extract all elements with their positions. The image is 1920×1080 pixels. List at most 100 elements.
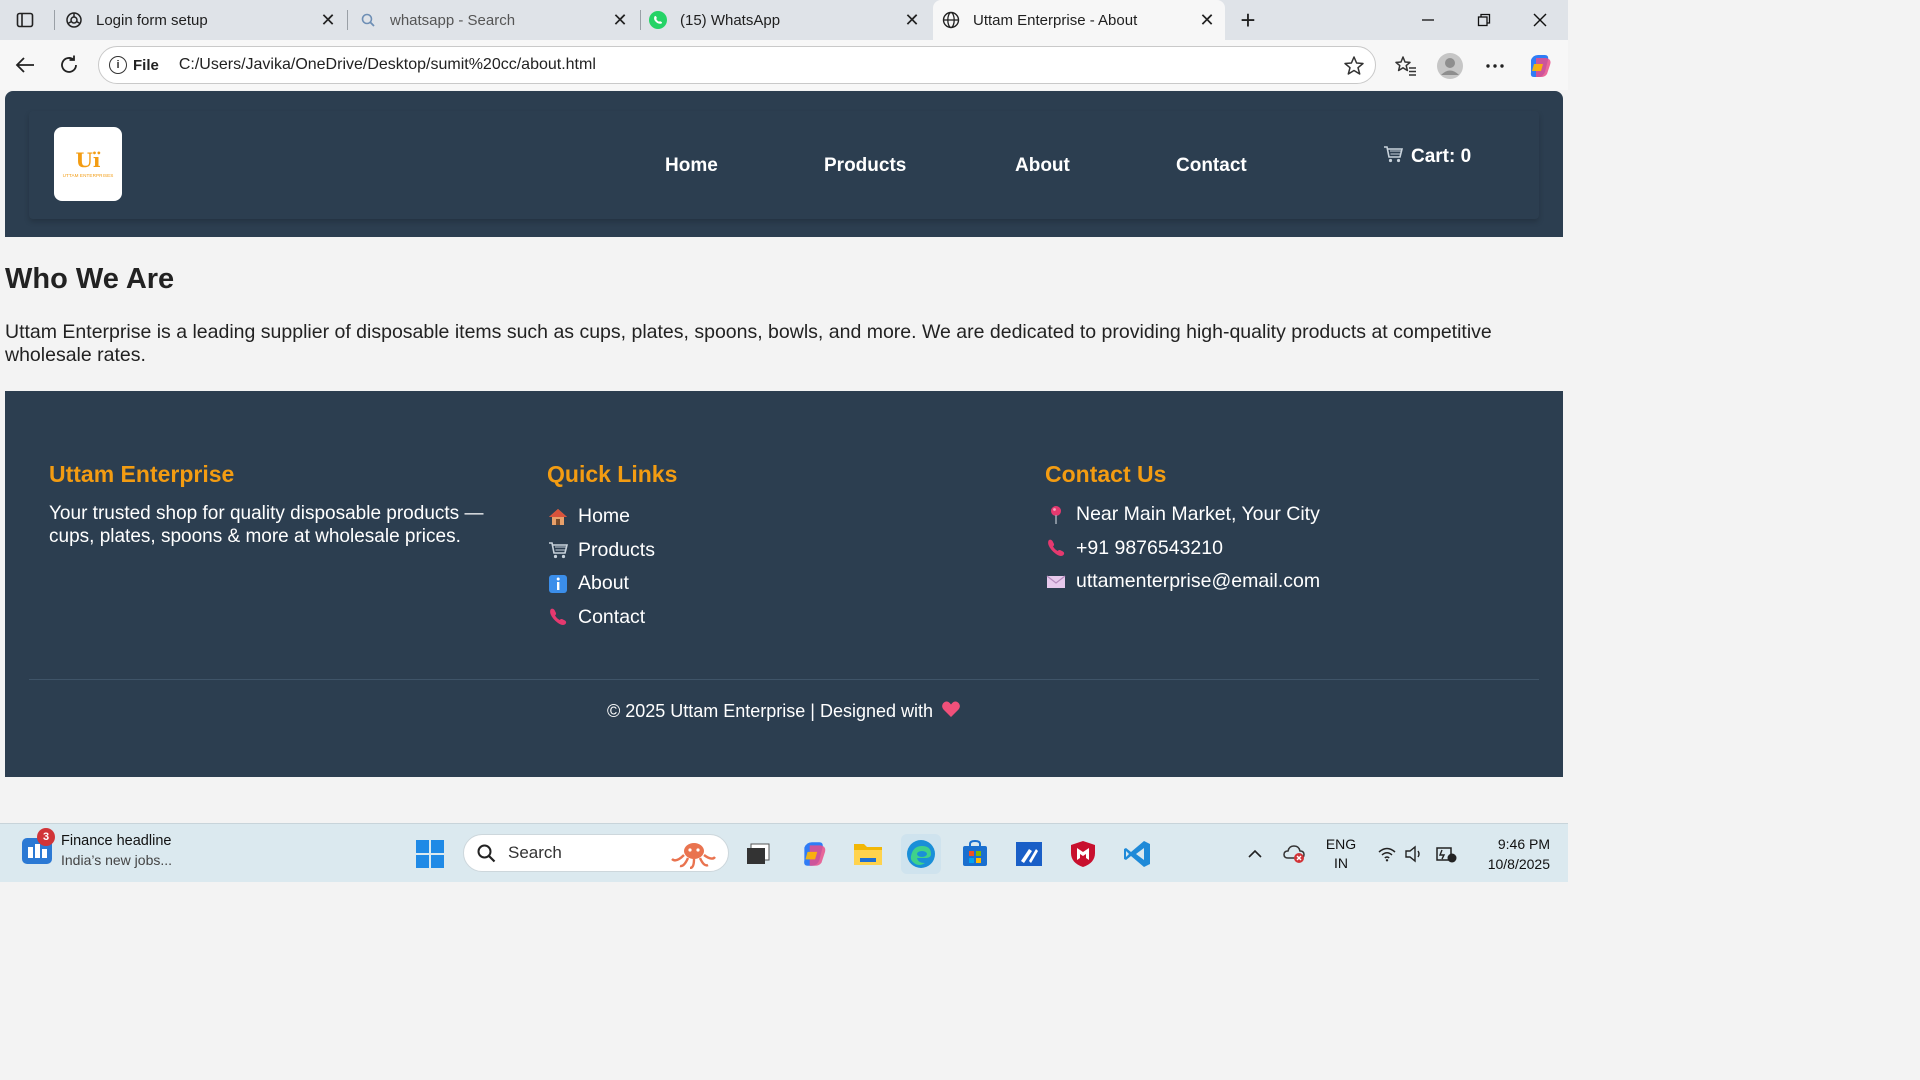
lang-line-2: IN	[1334, 855, 1348, 871]
windows-taskbar: 3 Finance headline India’s new jobs... S…	[0, 823, 1568, 882]
site-footer: Uttam Enterprise Your trusted shop for q…	[5, 391, 1563, 777]
restore-button[interactable]	[1456, 0, 1512, 40]
profile-button[interactable]	[1436, 52, 1464, 80]
tab-title: (15) WhatsApp	[680, 11, 781, 29]
tab-separator	[347, 10, 348, 30]
contact-email[interactable]: uttamenterprise@email.com	[1045, 565, 1320, 599]
taskbar-search[interactable]: Search	[463, 834, 729, 872]
volume-status[interactable]	[1403, 824, 1425, 883]
favorite-star-icon[interactable]	[1343, 55, 1365, 82]
footer-link-products[interactable]: Products	[547, 534, 677, 568]
nav-link-about[interactable]: About	[1015, 155, 1070, 177]
globe-icon	[941, 10, 961, 30]
contact-phone[interactable]: +91 9876543210	[1045, 532, 1320, 566]
tab-title: Uttam Enterprise - About	[973, 11, 1138, 29]
tab-actions-button[interactable]	[8, 6, 42, 34]
reload-icon	[61, 55, 77, 73]
copilot-app[interactable]	[794, 834, 834, 874]
chevron-up-icon	[1248, 849, 1262, 858]
clock-time: 9:46 PM	[1497, 836, 1550, 852]
show-hidden-icons-button[interactable]	[1242, 824, 1268, 883]
contact-address-text: Near Main Market, Your City	[1076, 503, 1320, 526]
address-bar[interactable]: i File C:/Users/Javika/OneDrive/Desktop/…	[98, 46, 1376, 84]
nav-link-products[interactable]: Products	[824, 155, 906, 177]
vscode-app[interactable]	[1117, 834, 1157, 874]
task-view-icon	[747, 843, 770, 864]
news-widget[interactable]: 3 Finance headline India’s new jobs...	[22, 827, 172, 868]
footer-link-label: Products	[578, 538, 655, 561]
tab-whatsapp-search[interactable]: whatsapp - Search ✕	[354, 0, 638, 40]
logo-mark: Uï	[75, 148, 101, 172]
pin-icon	[1045, 504, 1067, 526]
footer-brand-text: Your trusted shop for quality disposable…	[49, 503, 484, 547]
copilot-icon	[804, 842, 826, 866]
close-tab-icon[interactable]: ✕	[1197, 10, 1217, 30]
footer-brand-heading: Uttam Enterprise	[49, 461, 235, 487]
input-language[interactable]: ENG IN	[1320, 835, 1362, 873]
lang-line-1: ENG	[1325, 836, 1357, 852]
close-tab-icon[interactable]: ✕	[610, 10, 630, 30]
more-dots-icon	[1486, 64, 1504, 68]
close-icon	[1533, 13, 1547, 27]
minimize-button[interactable]	[1400, 0, 1456, 40]
wifi-icon	[1378, 847, 1396, 861]
tab-whatsapp[interactable]: (15) WhatsApp ✕	[646, 0, 930, 40]
tab-strip: Login form setup ✕ whatsapp - Search ✕ (…	[0, 0, 1568, 40]
mcafee-app[interactable]	[1063, 834, 1103, 874]
microsoft-store-app[interactable]	[955, 834, 995, 874]
tab-login-form-setup[interactable]: Login form setup ✕	[60, 0, 346, 40]
tab-title: Login form setup	[96, 11, 208, 29]
file-explorer-app[interactable]	[848, 834, 888, 874]
onedrive-status[interactable]	[1282, 824, 1308, 883]
footer-link-home[interactable]: Home	[547, 500, 677, 534]
contact-email-text: uttamenterprise@email.com	[1076, 570, 1321, 593]
site-logo[interactable]: Uï UTTAM ENTERPRISES	[54, 127, 122, 201]
close-window-button[interactable]	[1512, 0, 1568, 40]
site-info-icon[interactable]: i	[109, 56, 127, 74]
favorites-icon	[1395, 56, 1416, 76]
favorites-button[interactable]	[1392, 52, 1420, 80]
footer-link-about[interactable]: About	[547, 567, 677, 601]
footer-link-label: Contact	[578, 605, 646, 628]
nav-link-home[interactable]: Home	[665, 155, 718, 177]
wifi-status[interactable]	[1376, 824, 1398, 883]
whatsapp-icon	[648, 10, 668, 30]
editor-app[interactable]	[1009, 834, 1049, 874]
settings-more-button[interactable]	[1481, 52, 1509, 80]
start-button[interactable]	[410, 834, 450, 874]
tab-uttam-about[interactable]: Uttam Enterprise - About ✕	[933, 0, 1225, 40]
page-viewport: Uï UTTAM ENTERPRISES Home Products About…	[5, 91, 1563, 820]
close-tab-icon[interactable]: ✕	[902, 10, 922, 30]
phone-icon	[547, 606, 569, 628]
news-headline: Finance headline	[61, 833, 172, 849]
contact-address: Near Main Market, Your City	[1045, 498, 1320, 532]
tab-separator	[640, 10, 641, 30]
speaker-icon	[1405, 845, 1420, 862]
cart-icon	[547, 539, 569, 561]
new-tab-button[interactable]: +	[1234, 5, 1262, 35]
url-text[interactable]: C:/Users/Javika/OneDrive/Desktop/sumit%2…	[179, 56, 596, 74]
edge-app[interactable]	[901, 834, 941, 874]
search-label: Search	[508, 843, 562, 862]
copyright-text: © 2025 Uttam Enterprise | Designed with	[606, 701, 934, 721]
footer-brand-column: Uttam Enterprise Your trusted shop for q…	[49, 461, 519, 548]
system-clock[interactable]: 9:46 PM 10/8/2025	[1470, 834, 1550, 874]
cart-icon	[1383, 145, 1404, 169]
pen-editor-icon	[1016, 842, 1042, 866]
copilot-icon	[1530, 55, 1551, 77]
copilot-button[interactable]	[1526, 52, 1554, 80]
minimize-icon	[1422, 19, 1434, 21]
reload-button[interactable]	[54, 50, 84, 80]
back-button[interactable]	[10, 50, 40, 80]
battery-saver-icon	[1436, 846, 1457, 862]
footer-contact-column: Contact Us Near Main Market, Your City +…	[1045, 461, 1320, 599]
clock-date: 10/8/2025	[1487, 856, 1550, 872]
copyright: © 2025 Uttam Enterprise | Designed with	[5, 700, 1563, 723]
battery-status[interactable]	[1433, 824, 1459, 883]
footer-link-contact[interactable]: Contact	[547, 601, 677, 635]
nav-link-contact[interactable]: Contact	[1176, 155, 1247, 177]
task-view-button[interactable]	[738, 834, 778, 874]
cart-link[interactable]: Cart: 0	[1383, 145, 1471, 169]
close-tab-icon[interactable]: ✕	[318, 10, 338, 30]
windows-logo-icon	[416, 840, 444, 868]
